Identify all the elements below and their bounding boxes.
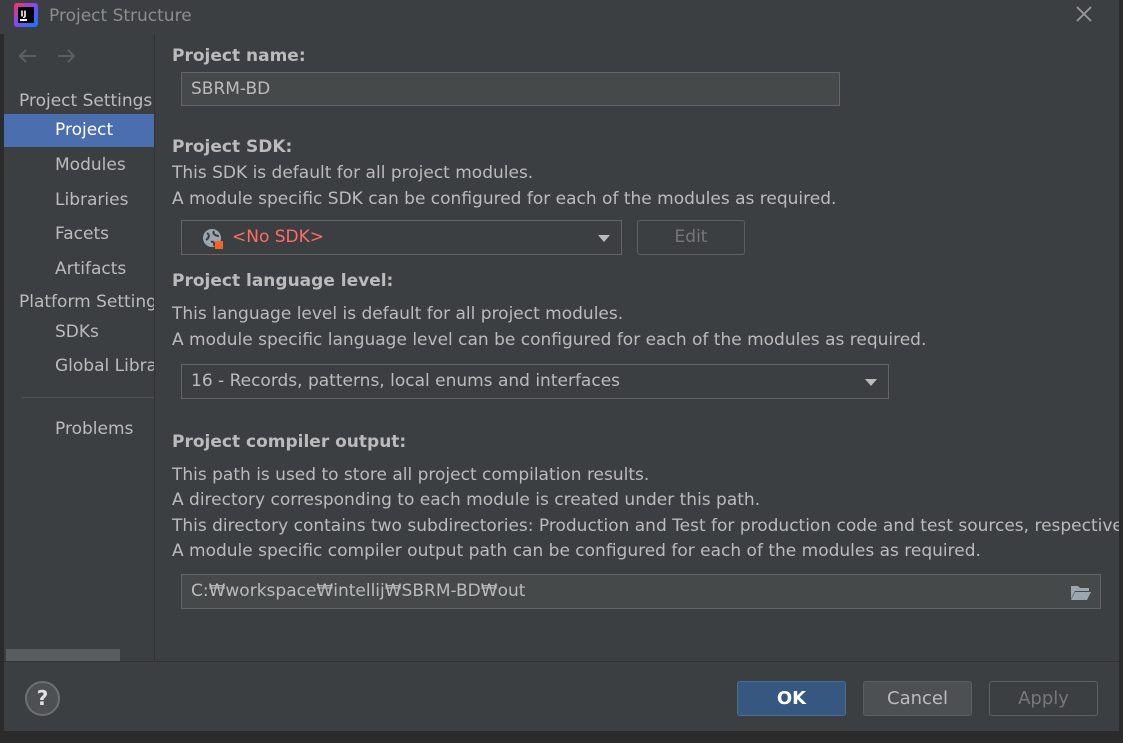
compiler-output-description: A module specific compiler output path c… [172, 541, 981, 561]
folder-open-icon[interactable] [1070, 583, 1092, 601]
compiler-output-path-value: C:₩workspace₩intellij₩SBRM-BD₩out [191, 581, 526, 601]
sidebar-item-label: Project [55, 120, 114, 140]
intellij-logo-icon: IJ [14, 3, 38, 27]
sidebar-item-project[interactable]: Project [4, 114, 154, 147]
sidebar-item-label: Problems [55, 419, 134, 439]
sidebar-divider [22, 397, 154, 398]
sidebar-item-modules[interactable]: Modules [4, 149, 154, 182]
sidebar-item-label: Artifacts [55, 259, 127, 279]
ok-button[interactable]: OK [737, 681, 846, 716]
arrow-left-icon[interactable] [16, 46, 40, 66]
language-level-dropdown[interactable]: 16 - Records, patterns, local enums and … [181, 364, 889, 399]
globe-sdk-icon [203, 229, 223, 249]
project-settings-header: Project Settings [19, 91, 153, 111]
cancel-button[interactable]: Cancel [863, 681, 972, 716]
project-sdk-description: A module specific SDK can be configured … [172, 189, 837, 209]
language-level-selected-value: 16 - Records, patterns, local enums and … [191, 371, 621, 391]
apply-button[interactable]: Apply [989, 681, 1098, 716]
edit-sdk-button[interactable]: Edit [637, 220, 745, 255]
sidebar-scrollbar[interactable] [6, 649, 120, 661]
sidebar-item-label: SDKs [55, 322, 99, 342]
chevron-down-icon [865, 379, 877, 386]
window-title: Project Structure [49, 6, 192, 26]
compiler-output-description: This path is used to store all project c… [172, 465, 650, 485]
title-bar: IJ Project Structure [0, 0, 1123, 34]
close-icon[interactable] [1068, 0, 1102, 30]
window-border [0, 34, 4, 743]
language-level-description: This language level is default for all p… [172, 304, 624, 324]
sidebar-item-problems[interactable]: Problems [4, 413, 154, 446]
sidebar-item-label: Global Libraries [55, 356, 154, 376]
sidebar-item-libraries[interactable]: Libraries [4, 184, 154, 217]
chevron-down-icon [598, 235, 610, 242]
sidebar-item-sdks[interactable]: SDKs [4, 316, 154, 349]
compiler-output-label: Project compiler output: [172, 432, 407, 452]
window-border [1119, 0, 1123, 743]
compiler-output-description: This directory contains two subdirectori… [172, 516, 1123, 536]
arrow-right-icon[interactable] [54, 46, 78, 66]
sdk-dropdown[interactable]: <No SDK> [181, 220, 622, 255]
language-level-label: Project language level: [172, 271, 394, 291]
window-border [0, 731, 1123, 743]
project-structure-dialog: IJ Project Structure Project Settings Pr… [0, 0, 1123, 743]
platform-settings-header: Platform Settings [19, 292, 155, 312]
sidebar-item-facets[interactable]: Facets [4, 218, 154, 251]
project-sdk-label: Project SDK: [172, 137, 293, 157]
settings-sidebar: Project Settings Project Modules Librari… [4, 34, 155, 662]
sidebar-item-label: Modules [55, 155, 126, 175]
project-name-input[interactable]: SBRM-BD [181, 72, 840, 106]
sidebar-item-label: Facets [55, 224, 109, 244]
sidebar-item-label: Libraries [55, 190, 129, 210]
project-sdk-description: This SDK is default for all project modu… [172, 163, 534, 183]
project-settings-panel: Project name: SBRM-BD Project SDK: This … [155, 34, 1123, 662]
sidebar-item-global-libraries[interactable]: Global Libraries [4, 350, 154, 383]
compiler-output-description: A directory corresponding to each module… [172, 490, 761, 510]
project-name-label: Project name: [172, 46, 306, 66]
compiler-output-path-input[interactable]: C:₩workspace₩intellij₩SBRM-BD₩out [181, 574, 1101, 609]
help-button[interactable]: ? [25, 681, 60, 716]
language-level-description: A module specific language level can be … [172, 330, 927, 350]
footer-divider [4, 661, 1119, 662]
svg-text:IJ: IJ [21, 10, 27, 19]
sidebar-item-artifacts[interactable]: Artifacts [4, 253, 154, 286]
sdk-selected-value: <No SDK> [232, 227, 325, 247]
